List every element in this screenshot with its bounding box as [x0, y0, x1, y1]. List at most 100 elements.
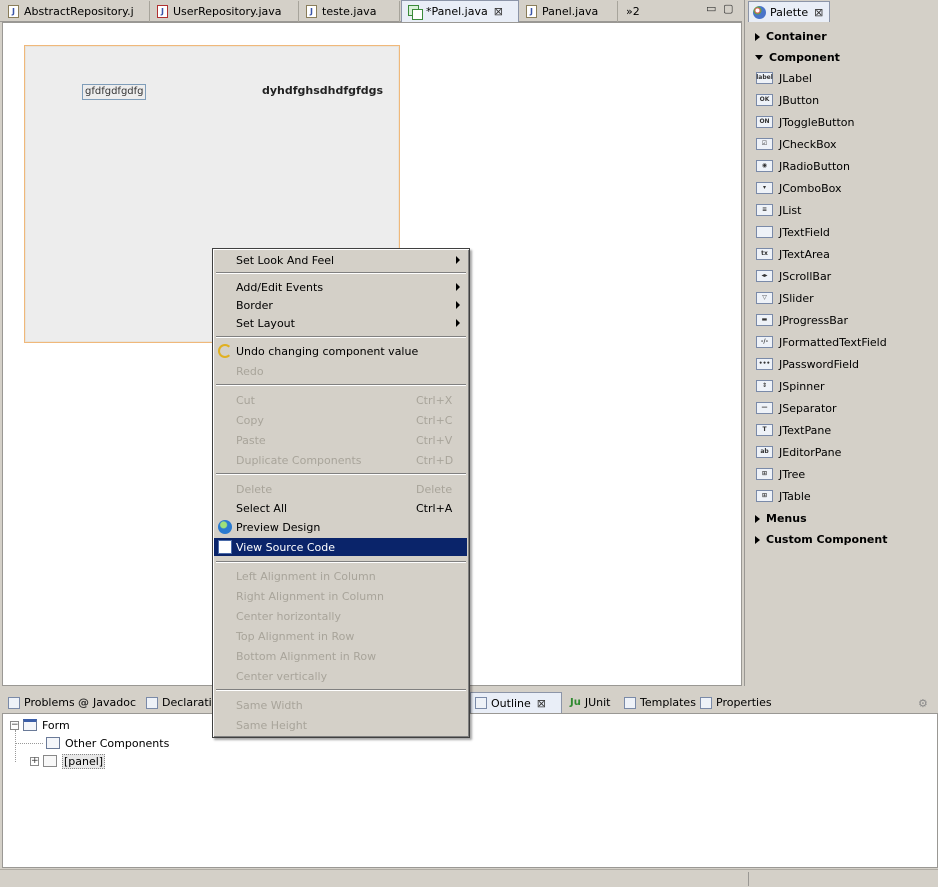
palette-group-container[interactable]: Container [755, 30, 827, 43]
palette-item-jcombobox[interactable]: ▾ JComboBox [756, 179, 842, 197]
tab-properties[interactable]: Properties [696, 692, 772, 713]
menu-duplicate[interactable]: Duplicate Components Ctrl+D [214, 451, 467, 469]
menu-label: Center vertically [236, 669, 328, 683]
palette-item-jpasswordfield[interactable]: ••• JPasswordField [756, 355, 859, 373]
menu-bottom-alignment[interactable]: Bottom Alignment in Row [214, 647, 467, 665]
editor-tab-teste[interactable]: J teste.java [300, 1, 400, 22]
palette-group-component[interactable]: Component [755, 51, 840, 64]
menu-center-horizontally[interactable]: Center horizontally [214, 607, 467, 625]
collapse-icon[interactable]: − [10, 720, 19, 730]
menu-top-alignment[interactable]: Top Alignment in Row [214, 627, 467, 645]
expand-icon[interactable]: + [30, 756, 39, 766]
palette-item-jlabel[interactable]: label JLabel [756, 69, 812, 87]
globe-icon [218, 520, 232, 534]
menu-same-width[interactable]: Same Width [214, 696, 467, 714]
palette-icon [753, 5, 766, 19]
palette-item-jtogglebutton[interactable]: ON JToggleButton [756, 113, 854, 131]
palette-item-jseparator[interactable]: — JSeparator [756, 399, 837, 417]
tab-problems[interactable]: Problems [4, 692, 74, 713]
palette-title: Palette [770, 5, 809, 19]
menu-set-look-and-feel[interactable]: Set Look And Feel [214, 251, 467, 269]
palette-item-jeditorpane[interactable]: ab JEditorPane [756, 443, 841, 461]
menu-redo[interactable]: Redo [214, 362, 467, 380]
panel-icon [43, 755, 57, 767]
menu-shortcut: Ctrl+C [416, 413, 453, 427]
menu-set-layout[interactable]: Set Layout [214, 314, 467, 332]
palette-item-jtextfield[interactable]: JTextField [756, 223, 830, 241]
tab-label: *Panel.java [426, 5, 488, 18]
palette-item-jprogressbar[interactable]: ▬ JProgressBar [756, 311, 848, 329]
design-label[interactable]: dyhdfghsdhdfgfdgs [262, 84, 383, 97]
palette-tab[interactable]: Palette ⊠ [748, 1, 830, 22]
tab-label: teste.java [322, 5, 377, 18]
palette-item-jtextarea[interactable]: tx JTextArea [756, 245, 830, 263]
tab-javadoc[interactable]: @ Javadoc [74, 692, 140, 713]
maximize-icon[interactable]: ▢ [723, 2, 733, 15]
chevron-right-icon [755, 32, 760, 41]
tab-label: Templates [640, 696, 696, 709]
menu-cut[interactable]: Cut Ctrl+X [214, 391, 467, 409]
palette-item-label: JSeparator [779, 401, 837, 415]
menu-border[interactable]: Border [214, 296, 467, 314]
tab-outline[interactable]: Outline ⊠ [470, 692, 562, 713]
menu-separator [216, 336, 466, 338]
close-icon[interactable]: ⊠ [814, 6, 823, 19]
palette-item-label: JComboBox [779, 181, 842, 195]
editor-tab-userrepository[interactable]: J UserRepository.java [151, 1, 299, 22]
jcombobox-icon: ▾ [756, 182, 773, 194]
overflow-tabs-button[interactable]: »2 [620, 1, 650, 22]
menu-label: Same Height [236, 718, 308, 732]
jseparator-icon: — [756, 402, 773, 414]
jtable-icon: ⊞ [756, 490, 773, 502]
tree-node-panel[interactable]: + [panel] [30, 753, 106, 769]
problems-icon [8, 696, 20, 709]
tab-label: Properties [716, 696, 772, 709]
jscrollbar-icon: ◂▸ [756, 270, 773, 282]
menu-undo[interactable]: Undo changing component value [214, 342, 467, 360]
design-text-field[interactable]: gfdfgdfgdfg [82, 84, 146, 100]
menu-label: Set Layout [236, 316, 295, 330]
palette-item-jtable[interactable]: ⊞ JTable [756, 487, 811, 505]
palette-item-jscrollbar[interactable]: ◂▸ JScrollBar [756, 267, 831, 285]
palette-group-menus[interactable]: Menus [755, 512, 807, 525]
tab-templates[interactable]: Templates [620, 692, 696, 713]
menu-view-source-code[interactable]: View Source Code [214, 538, 467, 556]
menu-label: Center horizontally [236, 609, 341, 623]
palette-item-jtextpane[interactable]: T JTextPane [756, 421, 831, 439]
editor-tab-abstractrepository[interactable]: J AbstractRepository.j [2, 1, 150, 22]
menu-add-edit-events[interactable]: Add/Edit Events [214, 278, 467, 296]
menu-copy[interactable]: Copy Ctrl+C [214, 411, 467, 429]
tab-junit[interactable]: Ju JUnit [566, 692, 618, 713]
close-icon[interactable]: ⊠ [494, 5, 503, 18]
menu-same-height[interactable]: Same Height [214, 716, 467, 734]
palette-item-jtree[interactable]: ⊞ JTree [756, 465, 805, 483]
editor-tab-panel[interactable]: J Panel.java [520, 1, 618, 22]
palette-item-jbutton[interactable]: OK JButton [756, 91, 819, 109]
palette-item-label: JSlider [779, 291, 814, 305]
minimize-icon[interactable]: ▭ [706, 2, 716, 15]
menu-select-all[interactable]: Select All Ctrl+A [214, 499, 467, 517]
group-label: Container [766, 30, 827, 43]
tree-node-other-components[interactable]: Other Components [46, 735, 169, 751]
tab-declaration[interactable]: Declaratio [142, 692, 214, 713]
view-menu-icon[interactable]: ⚙ [918, 697, 928, 710]
palette-item-jslider[interactable]: ▽ JSlider [756, 289, 814, 307]
menu-preview-design[interactable]: Preview Design [214, 518, 467, 536]
palette-item-jlist[interactable]: ≡ JList [756, 201, 801, 219]
palette-item-jradiobutton[interactable]: ◉ JRadioButton [756, 157, 850, 175]
menu-center-vertically[interactable]: Center vertically [214, 667, 467, 685]
palette-item-jcheckbox[interactable]: ☑ JCheckBox [756, 135, 837, 153]
menu-shortcut: Ctrl+V [416, 433, 453, 447]
menu-left-alignment[interactable]: Left Alignment in Column [214, 567, 467, 585]
close-icon[interactable]: ⊠ [537, 697, 546, 710]
palette-group-custom[interactable]: Custom Component [755, 533, 887, 546]
tree-node-form[interactable]: − Form [10, 717, 70, 733]
menu-right-alignment[interactable]: Right Alignment in Column [214, 587, 467, 605]
jspinner-icon: ⇕ [756, 380, 773, 392]
palette-item-jspinner[interactable]: ⇕ JSpinner [756, 377, 825, 395]
editor-tab-panel-dirty[interactable]: *Panel.java ⊠ [401, 0, 519, 22]
menu-delete[interactable]: Delete Delete [214, 480, 467, 498]
menu-paste[interactable]: Paste Ctrl+V [214, 431, 467, 449]
menu-separator [216, 473, 466, 475]
palette-item-jformattedtextfield[interactable]: -/- JFormattedTextField [756, 333, 887, 351]
